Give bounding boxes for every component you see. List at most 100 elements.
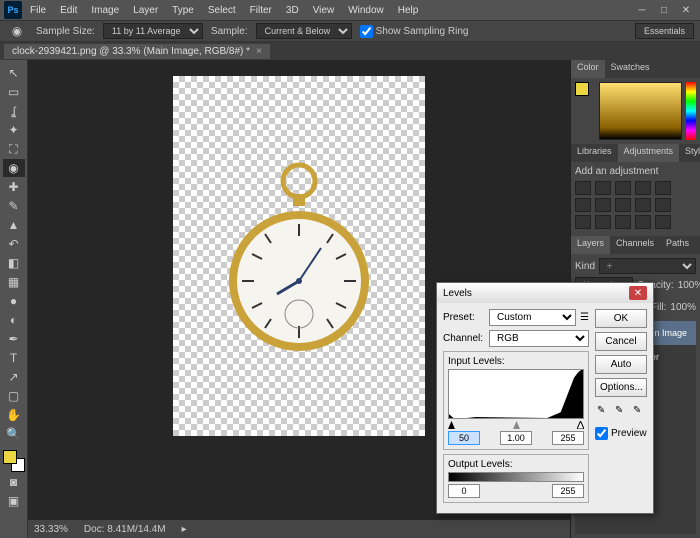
adj-curves[interactable] bbox=[615, 181, 631, 195]
channels-tab[interactable]: Channels bbox=[610, 236, 660, 254]
adj-vibrance[interactable] bbox=[655, 181, 671, 195]
libraries-tab[interactable]: Libraries bbox=[571, 144, 618, 162]
input-gamma-field[interactable] bbox=[500, 431, 532, 445]
preset-select[interactable]: Custom bbox=[489, 309, 576, 326]
ok-button[interactable]: OK bbox=[595, 309, 647, 328]
paths-tab[interactable]: Paths bbox=[660, 236, 695, 254]
preview-checkbox[interactable]: Preview bbox=[595, 427, 647, 440]
canvas[interactable] bbox=[173, 76, 425, 436]
wand-tool[interactable]: ✦ bbox=[3, 121, 25, 139]
gradient-tool[interactable]: ▦ bbox=[3, 273, 25, 291]
close-tab-icon[interactable]: × bbox=[256, 46, 262, 57]
gamma-slider[interactable] bbox=[513, 421, 520, 429]
dialog-close-button[interactable]: ✕ bbox=[629, 286, 647, 300]
sample-size-select[interactable]: 11 by 11 Average bbox=[103, 23, 203, 39]
quickmask-tool[interactable]: ◙ bbox=[3, 473, 25, 491]
screenmode-tool[interactable]: ▣ bbox=[3, 492, 25, 510]
menu-view[interactable]: View bbox=[307, 3, 341, 18]
shape-tool[interactable]: ▢ bbox=[3, 387, 25, 405]
show-sampling-ring-checkbox[interactable]: Show Sampling Ring bbox=[360, 25, 469, 38]
move-tool[interactable]: ↖ bbox=[3, 64, 25, 82]
adj-bw[interactable] bbox=[615, 198, 631, 212]
marquee-tool[interactable]: ▭ bbox=[3, 83, 25, 101]
sample-scope-select[interactable]: Current & Below bbox=[256, 23, 352, 39]
hue-strip[interactable] bbox=[686, 82, 696, 140]
menu-window[interactable]: Window bbox=[342, 3, 390, 18]
eyedropper-tool[interactable]: ◉ bbox=[3, 159, 25, 177]
menu-3d[interactable]: 3D bbox=[280, 3, 305, 18]
menu-edit[interactable]: Edit bbox=[54, 3, 83, 18]
menu-filter[interactable]: Filter bbox=[244, 3, 278, 18]
black-point-slider[interactable] bbox=[448, 421, 455, 429]
output-gradient[interactable] bbox=[448, 472, 584, 482]
cancel-button[interactable]: Cancel bbox=[595, 332, 647, 351]
menu-help[interactable]: Help bbox=[392, 3, 425, 18]
brush-tool[interactable]: ✎ bbox=[3, 197, 25, 215]
crop-tool[interactable]: ⛶ bbox=[3, 140, 25, 158]
adj-exposure[interactable] bbox=[635, 181, 651, 195]
fill-value[interactable]: 100% bbox=[670, 302, 696, 313]
auto-button[interactable]: Auto bbox=[595, 355, 647, 374]
blur-tool[interactable]: ● bbox=[3, 292, 25, 310]
dialog-titlebar[interactable]: Levels ✕ bbox=[437, 283, 653, 303]
hand-tool[interactable]: ✋ bbox=[3, 406, 25, 424]
swatches-tab[interactable]: Swatches bbox=[605, 60, 656, 78]
output-black-field[interactable] bbox=[448, 484, 480, 498]
levels-dialog: Levels ✕ Preset: Custom ☰ Channel: RGB I… bbox=[436, 282, 654, 514]
adj-threshold[interactable] bbox=[635, 215, 651, 229]
adj-mixer[interactable] bbox=[655, 198, 671, 212]
color-field[interactable] bbox=[599, 82, 682, 140]
filter-select[interactable]: ÷ bbox=[599, 258, 696, 274]
adj-balance[interactable] bbox=[595, 198, 611, 212]
opacity-value[interactable]: 100% bbox=[678, 280, 700, 291]
adj-photo[interactable] bbox=[635, 198, 651, 212]
menu-layer[interactable]: Layer bbox=[127, 3, 164, 18]
layers-tab[interactable]: Layers bbox=[571, 236, 610, 254]
dodge-tool[interactable]: ◐ bbox=[3, 311, 25, 329]
minimize-button[interactable]: ─ bbox=[632, 3, 652, 17]
adj-levels[interactable] bbox=[595, 181, 611, 195]
foreground-swatch[interactable] bbox=[3, 450, 17, 464]
color-swatches[interactable] bbox=[3, 450, 25, 472]
document-tab[interactable]: clock-2939421.png @ 33.3% (Main Image, R… bbox=[4, 44, 270, 59]
lasso-tool[interactable]: ʆ bbox=[3, 102, 25, 120]
styles-tab[interactable]: Styles bbox=[679, 144, 700, 162]
channel-select[interactable]: RGB bbox=[489, 330, 589, 347]
histogram[interactable] bbox=[448, 369, 584, 419]
path-tool[interactable]: ↗ bbox=[3, 368, 25, 386]
zoom-level[interactable]: 33.33% bbox=[34, 524, 68, 535]
menu-select[interactable]: Select bbox=[202, 3, 242, 18]
text-tool[interactable]: T bbox=[3, 349, 25, 367]
input-black-field[interactable] bbox=[448, 431, 480, 445]
adj-lookup[interactable] bbox=[575, 215, 591, 229]
white-point-slider[interactable] bbox=[577, 421, 584, 429]
adj-hue[interactable] bbox=[575, 198, 591, 212]
black-eyedropper-icon[interactable]: ✎ bbox=[597, 405, 611, 419]
maximize-button[interactable]: □ bbox=[654, 3, 674, 17]
options-button[interactable]: Options... bbox=[595, 378, 647, 397]
output-white-field[interactable] bbox=[552, 484, 584, 498]
white-eyedropper-icon[interactable]: ✎ bbox=[633, 405, 647, 419]
adj-map[interactable] bbox=[655, 215, 671, 229]
zoom-tool[interactable]: 🔍 bbox=[3, 425, 25, 443]
history-brush-tool[interactable]: ↶ bbox=[3, 235, 25, 253]
status-arrow-icon[interactable]: ▸ bbox=[182, 524, 187, 535]
heal-tool[interactable]: ✚ bbox=[3, 178, 25, 196]
gray-eyedropper-icon[interactable]: ✎ bbox=[615, 405, 629, 419]
stamp-tool[interactable]: ▲ bbox=[3, 216, 25, 234]
workspace-switcher[interactable]: Essentials bbox=[635, 23, 694, 39]
adjustments-tab[interactable]: Adjustments bbox=[618, 144, 680, 162]
adj-poster[interactable] bbox=[615, 215, 631, 229]
menu-file[interactable]: File bbox=[24, 3, 52, 18]
eraser-tool[interactable]: ◧ bbox=[3, 254, 25, 272]
menu-image[interactable]: Image bbox=[85, 3, 125, 18]
input-white-field[interactable] bbox=[552, 431, 584, 445]
adj-invert[interactable] bbox=[595, 215, 611, 229]
preset-menu-icon[interactable]: ☰ bbox=[580, 312, 589, 323]
adj-brightness[interactable] bbox=[575, 181, 591, 195]
close-button[interactable]: ✕ bbox=[676, 3, 696, 17]
color-tab[interactable]: Color bbox=[571, 60, 605, 78]
pen-tool[interactable]: ✒ bbox=[3, 330, 25, 348]
color-fg-swatch[interactable] bbox=[575, 82, 589, 96]
menu-type[interactable]: Type bbox=[166, 3, 200, 18]
